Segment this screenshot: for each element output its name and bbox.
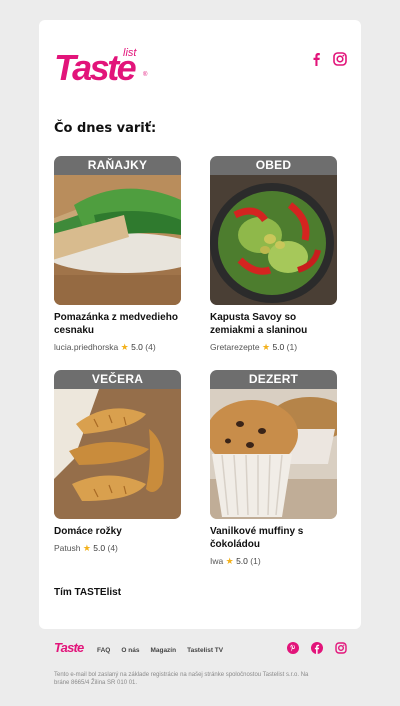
logo-registered-mark: ® — [143, 72, 148, 78]
recipe-author: Patush — [54, 543, 81, 553]
recipe-photo[interactable] — [210, 175, 337, 305]
footer-nav: FAQ O nás Magazín Tastelist TV — [97, 647, 223, 655]
recipe-title[interactable]: Kapusta Savoy so zemiakmi a slaninou — [210, 311, 337, 337]
category-tab: OBED — [210, 156, 337, 175]
footer-social-links — [287, 641, 347, 659]
recipe-card-dessert[interactable]: DEZERT Vanilkové muffiny s čokoládou Iwa… — [210, 370, 337, 567]
recipe-meta: Gretarezepte ★ 5.0 (1) — [210, 342, 337, 353]
header-social-links — [310, 52, 347, 71]
logo-subtext: list — [123, 47, 137, 59]
signoff: Tím TASTElist — [54, 587, 122, 598]
recipe-rating: 5.0 — [131, 342, 143, 352]
recipe-card-breakfast[interactable]: RAŇAJKY Pomazánka z medvedieho cesnaku l… — [54, 156, 181, 353]
rating-count: (1) — [250, 556, 261, 566]
footer-link-tv[interactable]: Tastelist TV — [187, 647, 223, 655]
email-card: Taste list ® Čo dnes variť: RAŇAJKY Poma… — [39, 20, 361, 629]
recipe-meta: lucia.priedhorska ★ 5.0 (4) — [54, 342, 181, 353]
recipe-author: Gretarezepte — [210, 342, 260, 352]
star-icon: ★ — [262, 342, 271, 352]
facebook-icon[interactable] — [310, 52, 323, 71]
footer-link-about[interactable]: O nás — [121, 647, 139, 655]
recipe-title[interactable]: Vanilkové muffiny s čokoládou — [210, 525, 337, 551]
recipe-rating: 5.0 — [236, 556, 248, 566]
category-tab: RAŇAJKY — [54, 156, 181, 175]
facebook-icon[interactable] — [311, 641, 323, 659]
footer-logo[interactable]: Taste — [54, 641, 84, 655]
rating-count: (4) — [107, 543, 118, 553]
tastelist-logo[interactable]: Taste list ® — [54, 48, 150, 88]
instagram-icon[interactable] — [335, 641, 347, 659]
recipe-meta: Iwa ★ 5.0 (1) — [210, 556, 337, 567]
recipe-photo[interactable] — [54, 389, 181, 519]
recipe-card-dinner[interactable]: VEČERA Domáce rožky Patush ★ 5.0 (4) — [54, 370, 181, 554]
footer-link-faq[interactable]: FAQ — [97, 647, 110, 655]
legal-notice: Tento e-mail bol zaslaný na základe regi… — [54, 672, 309, 686]
recipe-rating: 5.0 — [93, 543, 106, 553]
recipe-photo[interactable] — [54, 175, 181, 305]
star-icon: ★ — [225, 556, 234, 566]
recipe-author: Iwa — [210, 556, 224, 566]
recipe-meta: Patush ★ 5.0 (4) — [54, 543, 181, 554]
pinterest-icon[interactable] — [287, 641, 299, 659]
star-icon: ★ — [120, 342, 129, 352]
recipe-rating: 5.0 — [272, 342, 285, 352]
star-icon: ★ — [82, 543, 91, 553]
recipe-card-lunch[interactable]: OBED Kapusta Savoy so zemiakmi a slanino… — [210, 156, 337, 353]
instagram-icon[interactable] — [333, 52, 347, 71]
rating-count: (4) — [145, 342, 156, 352]
footer-link-magazine[interactable]: Magazín — [150, 647, 176, 655]
recipe-title[interactable]: Pomazánka z medvedieho cesnaku — [54, 311, 181, 337]
category-tab: DEZERT — [210, 370, 337, 389]
section-heading: Čo dnes variť: — [54, 121, 157, 136]
rating-count: (1) — [286, 342, 298, 352]
recipe-author: lucia.priedhorska — [54, 342, 119, 352]
category-tab: VEČERA — [54, 370, 181, 389]
recipe-photo[interactable] — [210, 389, 337, 519]
recipe-title[interactable]: Domáce rožky — [54, 525, 181, 538]
